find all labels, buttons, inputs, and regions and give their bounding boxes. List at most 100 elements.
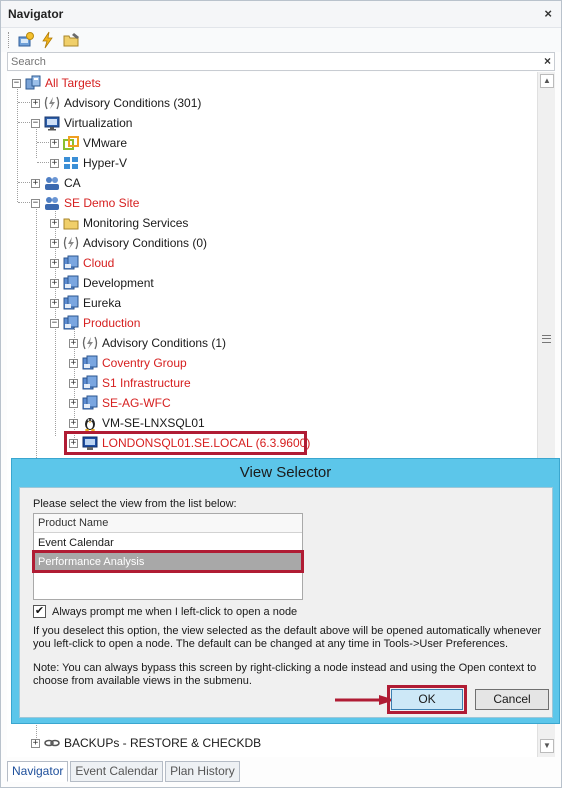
tree-node-advisory-conditions[interactable]: + Advisory Conditions (301) xyxy=(31,93,201,113)
highlight-box xyxy=(64,431,307,455)
pointer-arrow-icon xyxy=(335,695,395,705)
expand-icon[interactable]: + xyxy=(69,338,78,348)
tree-node-virtualization[interactable]: − Virtualization xyxy=(31,113,132,133)
expand-icon[interactable]: + xyxy=(50,158,59,168)
scroll-up-icon[interactable]: ▲ xyxy=(540,74,554,88)
site-icon xyxy=(44,195,60,211)
bottom-tabs: Navigator Event Calendar Plan History xyxy=(7,761,242,785)
tree-node-cloud[interactable]: + Cloud xyxy=(50,253,114,273)
tree-node-vm-se-lnxsql01[interactable]: + VM-SE-LNXSQL01 xyxy=(69,413,205,433)
tree-node-label: All Targets xyxy=(45,76,101,90)
navigator-title: Navigator xyxy=(8,7,64,21)
tree-node-eureka[interactable]: + Eureka xyxy=(50,293,121,313)
expand-icon[interactable]: + xyxy=(69,378,78,388)
monitor-icon xyxy=(44,115,60,131)
expand-icon[interactable]: + xyxy=(69,358,78,368)
linux-penguin-icon xyxy=(82,415,98,431)
tree-node-se-demo-site[interactable]: − SE Demo Site xyxy=(31,193,139,213)
tree-node-production[interactable]: − Production xyxy=(50,313,140,333)
navigator-titlebar: Navigator × xyxy=(1,1,561,28)
hyperv-icon xyxy=(63,155,79,171)
search-clear-icon[interactable]: × xyxy=(544,54,551,68)
dialog-prompt: Please select the view from the list bel… xyxy=(33,498,237,510)
tree-node-label: VM-SE-LNXSQL01 xyxy=(102,416,205,430)
always-prompt-checkbox[interactable]: ✔ xyxy=(33,605,46,618)
tab-plan-history[interactable]: Plan History xyxy=(165,761,240,782)
folder-icon xyxy=(63,215,79,231)
tree-node-vmware[interactable]: + VMware xyxy=(50,133,127,153)
collapse-icon[interactable]: − xyxy=(31,118,40,128)
tree-node-backups[interactable]: + BACKUPs - RESTORE & CHECKDB xyxy=(31,733,261,753)
server-group-icon xyxy=(82,355,98,371)
collapse-icon[interactable]: − xyxy=(12,78,21,88)
tab-navigator[interactable]: Navigator xyxy=(7,761,69,782)
tree-node-monitoring-services[interactable]: + Monitoring Services xyxy=(50,213,188,233)
tree-node-label: Coventry Group xyxy=(102,356,187,370)
tree-node-development[interactable]: + Development xyxy=(50,273,154,293)
expand-icon[interactable]: + xyxy=(50,278,59,288)
tree-node-label: Eureka xyxy=(83,296,122,310)
expand-icon[interactable]: + xyxy=(50,238,59,248)
tree-node-label: Cloud xyxy=(83,256,115,270)
tree-node-label: SE-AG-WFC xyxy=(102,396,171,410)
cancel-button[interactable]: Cancel xyxy=(475,689,549,710)
expand-icon[interactable]: + xyxy=(69,398,78,408)
info-note: If you deselect this option, the view se… xyxy=(33,625,542,650)
collapse-icon[interactable]: − xyxy=(50,318,59,328)
server-group-icon xyxy=(63,255,79,271)
folder-edit-icon[interactable] xyxy=(63,31,81,49)
advisory-icon xyxy=(44,95,60,111)
dialog-title: View Selector xyxy=(239,464,332,481)
vmware-icon xyxy=(63,135,79,151)
group-icon xyxy=(44,175,60,191)
expand-icon[interactable]: + xyxy=(31,738,40,748)
search-input[interactable] xyxy=(8,53,528,70)
tree-node-label: Advisory Conditions (0) xyxy=(83,236,208,250)
ok-button[interactable]: OK xyxy=(391,689,463,710)
tree-node-all-targets[interactable]: − All Targets xyxy=(12,73,101,93)
checkbox-label: Always prompt me when I left-click to op… xyxy=(52,605,298,618)
link-icon xyxy=(44,735,60,751)
tree-node-advisory-conditions-0[interactable]: + Advisory Conditions (0) xyxy=(50,233,207,253)
search-box: × xyxy=(7,52,555,71)
scroll-down-icon[interactable]: ▼ xyxy=(540,739,554,753)
tree-node-ca[interactable]: + CA xyxy=(31,173,81,193)
lightning-icon[interactable] xyxy=(39,31,57,49)
tree-node-label: Production xyxy=(83,316,141,330)
expand-icon[interactable]: + xyxy=(31,98,40,108)
list-header: Product Name xyxy=(34,514,302,533)
tab-event-calendar[interactable]: Event Calendar xyxy=(70,761,164,782)
server-group-icon xyxy=(63,315,79,331)
tree-node-hyper-v[interactable]: + Hyper-V xyxy=(50,153,127,173)
tree-node-label: SE Demo Site xyxy=(64,196,140,210)
tree-node-label: S1 Infrastructure xyxy=(102,376,191,390)
tree-node-se-ag-wfc[interactable]: + SE-AG-WFC xyxy=(69,393,171,413)
tree-node-label: Hyper-V xyxy=(83,156,128,170)
tree-node-s1-infrastructure[interactable]: + S1 Infrastructure xyxy=(69,373,191,393)
targets-icon xyxy=(25,75,41,91)
tree-node-label: Advisory Conditions (1) xyxy=(102,336,227,350)
expand-icon[interactable]: + xyxy=(31,178,40,188)
tree-node-label: Advisory Conditions (301) xyxy=(64,96,202,110)
expand-icon[interactable]: + xyxy=(50,298,59,308)
server-group-icon xyxy=(63,275,79,291)
expand-icon[interactable]: + xyxy=(69,418,78,428)
close-icon[interactable]: × xyxy=(544,6,552,21)
add-target-icon[interactable] xyxy=(17,31,35,49)
expand-icon[interactable]: + xyxy=(50,258,59,268)
expand-icon[interactable]: + xyxy=(50,138,59,148)
server-group-icon xyxy=(63,295,79,311)
tree-node-label: Virtualization xyxy=(64,116,133,130)
expand-icon[interactable]: + xyxy=(50,218,59,228)
dialog-body: Please select the view from the list bel… xyxy=(19,487,553,718)
view-selector-dialog: View Selector Please select the view fro… xyxy=(11,458,560,724)
tree-node-label: Monitoring Services xyxy=(83,216,189,230)
tree-node-coventry-group[interactable]: + Coventry Group xyxy=(69,353,187,373)
tree-node-label: CA xyxy=(64,176,81,190)
server-group-icon xyxy=(82,395,98,411)
server-group-icon xyxy=(82,375,98,391)
always-prompt-checkbox-row[interactable]: ✔ Always prompt me when I left-click to … xyxy=(33,605,297,618)
collapse-icon[interactable]: − xyxy=(31,198,40,208)
advisory-icon xyxy=(63,235,79,251)
tree-node-advisory-conditions-1[interactable]: + Advisory Conditions (1) xyxy=(69,333,226,353)
